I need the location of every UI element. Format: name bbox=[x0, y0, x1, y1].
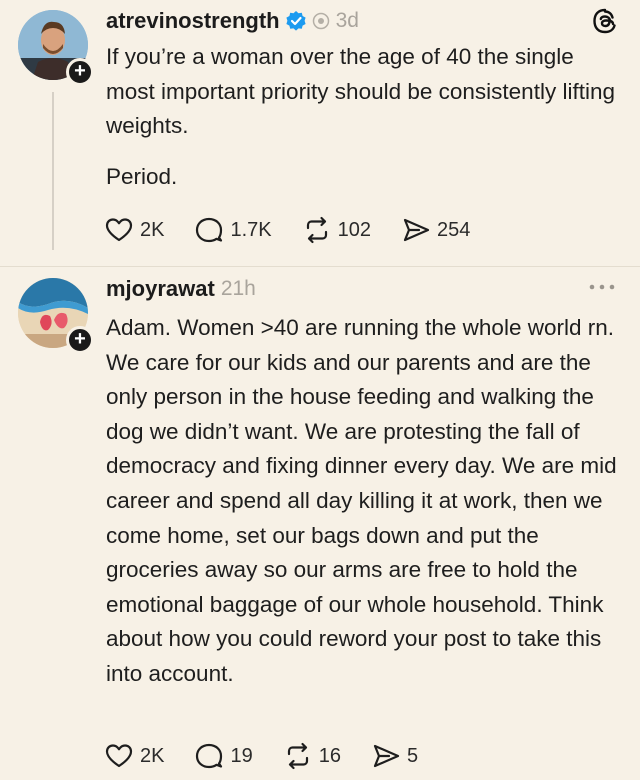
share-count: 254 bbox=[437, 218, 471, 241]
reply-button[interactable]: 19 bbox=[194, 739, 253, 773]
repost-arrows-icon bbox=[306, 216, 327, 244]
username[interactable]: mjoyrawat bbox=[106, 276, 215, 302]
post-header: mjoyrawat 21h bbox=[106, 274, 256, 304]
reply-count: 1.7K bbox=[230, 218, 272, 241]
like-button[interactable]: 2K bbox=[104, 213, 164, 247]
timestamp: 21h bbox=[220, 277, 256, 300]
threads-logo-icon[interactable] bbox=[592, 8, 618, 34]
post-atrevinostrength: + atrevinostrength 3d If you’re a woman … bbox=[0, 0, 640, 265]
username[interactable]: atrevinostrength bbox=[106, 8, 280, 34]
verified-badge-icon bbox=[285, 11, 306, 31]
repost-button[interactable]: 102 bbox=[302, 213, 371, 247]
heart-icon bbox=[105, 744, 133, 768]
follow-plus-icon[interactable]: + bbox=[66, 326, 94, 354]
more-dots-icon[interactable] bbox=[588, 282, 616, 292]
share-button[interactable]: 5 bbox=[371, 739, 418, 773]
timestamp: 3d bbox=[335, 9, 359, 32]
reply-button[interactable]: 1.7K bbox=[194, 213, 272, 247]
like-button[interactable]: 2K bbox=[104, 739, 164, 773]
share-button[interactable]: 254 bbox=[401, 213, 470, 247]
post-divider bbox=[0, 266, 640, 267]
paper-plane-icon bbox=[403, 218, 430, 242]
like-count: 2K bbox=[140, 744, 165, 767]
like-count: 2K bbox=[140, 218, 165, 241]
speech-bubble-icon bbox=[196, 743, 223, 769]
share-count: 5 bbox=[406, 744, 419, 767]
post-body-paragraph: If you’re a woman over the age of 40 the… bbox=[106, 44, 615, 139]
repost-count: 102 bbox=[337, 218, 371, 241]
heart-icon bbox=[105, 218, 133, 242]
thread-connector-line bbox=[52, 92, 54, 250]
avatar-wrapper[interactable]: + bbox=[18, 10, 94, 86]
speech-bubble-icon bbox=[196, 217, 223, 243]
repost-count: 16 bbox=[318, 744, 341, 767]
repost-arrows-icon bbox=[287, 742, 308, 770]
repost-indicator-icon bbox=[312, 12, 329, 30]
post-mjoyrawat: + mjoyrawat 21h Adam. Women >40 are runn… bbox=[0, 268, 640, 780]
avatar-wrapper[interactable]: + bbox=[18, 278, 94, 354]
reply-count: 19 bbox=[230, 744, 253, 767]
follow-plus-icon[interactable]: + bbox=[66, 58, 94, 86]
post-header: atrevinostrength 3d bbox=[106, 6, 359, 36]
repost-button[interactable]: 16 bbox=[283, 739, 341, 773]
post-actions: 2K 19 16 5 bbox=[104, 739, 448, 773]
post-actions: 2K 1.7K 102 254 bbox=[104, 213, 500, 247]
post-body-paragraph: Period. bbox=[106, 164, 178, 189]
post-body-paragraph: Adam. Women >40 are running the whole wo… bbox=[106, 315, 617, 686]
paper-plane-icon bbox=[373, 744, 400, 768]
